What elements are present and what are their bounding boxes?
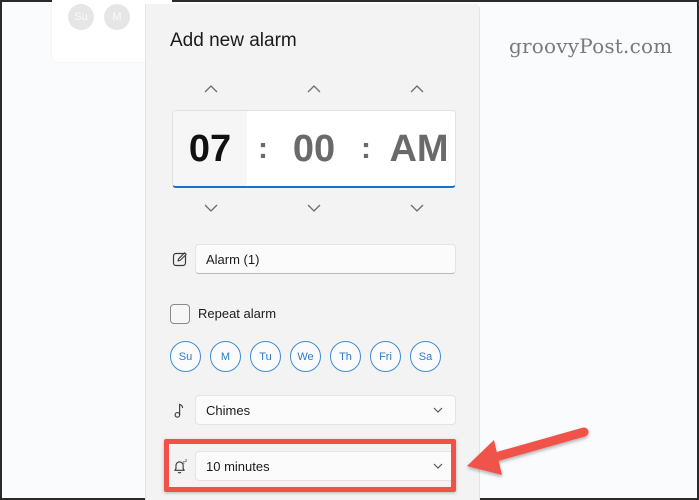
watermark: groovyPost.com bbox=[509, 34, 673, 58]
period-down-button[interactable] bbox=[400, 197, 434, 219]
period-up-button[interactable] bbox=[400, 78, 434, 100]
chevron-down-icon bbox=[433, 407, 443, 413]
minute-down-button[interactable] bbox=[297, 197, 331, 219]
music-note-icon bbox=[170, 400, 190, 420]
chevron-up-icon bbox=[204, 85, 218, 93]
chevron-down-icon bbox=[204, 204, 218, 212]
hour-down-button[interactable] bbox=[194, 197, 228, 219]
time-picker[interactable]: 07 : 00 : AM bbox=[172, 110, 456, 188]
day-toggle-sunday[interactable]: Su bbox=[170, 341, 201, 372]
time-separator: : bbox=[361, 132, 371, 165]
repeat-alarm-label: Repeat alarm bbox=[198, 306, 277, 321]
chevron-up-icon bbox=[410, 85, 424, 93]
background-day-su: Su bbox=[68, 4, 94, 30]
alarm-name-input[interactable]: Alarm (1) bbox=[195, 244, 456, 274]
panel-title: Add new alarm bbox=[170, 30, 297, 51]
period-value[interactable]: AM bbox=[381, 111, 455, 186]
snooze-highlight-box bbox=[164, 439, 456, 492]
background-day-m: M bbox=[104, 4, 130, 30]
repeat-alarm-checkbox[interactable] bbox=[170, 304, 190, 324]
day-toggle-friday[interactable]: Fri bbox=[370, 341, 401, 372]
minute-value[interactable]: 00 bbox=[277, 111, 351, 186]
hour-up-button[interactable] bbox=[194, 78, 228, 100]
day-toggle-wednesday[interactable]: We bbox=[290, 341, 321, 372]
time-separator: : bbox=[258, 132, 268, 165]
chevron-down-icon bbox=[307, 204, 321, 212]
annotation-arrow-icon bbox=[467, 427, 589, 475]
alarm-sound-value: Chimes bbox=[206, 402, 251, 418]
chevron-up-icon bbox=[307, 85, 321, 93]
minute-up-button[interactable] bbox=[297, 78, 331, 100]
alarm-sound-dropdown[interactable]: Chimes bbox=[195, 395, 456, 425]
edit-icon bbox=[170, 249, 190, 269]
day-toggle-saturday[interactable]: Sa bbox=[410, 341, 441, 372]
day-toggle-thursday[interactable]: Th bbox=[330, 341, 361, 372]
chevron-down-icon bbox=[410, 204, 424, 212]
day-toggle-tuesday[interactable]: Tu bbox=[250, 341, 281, 372]
day-toggle-monday[interactable]: M bbox=[210, 341, 241, 372]
add-alarm-panel: Add new alarm 07 : 00 : AM Alarm (1) Rep… bbox=[145, 4, 480, 500]
hour-value[interactable]: 07 bbox=[173, 111, 247, 186]
